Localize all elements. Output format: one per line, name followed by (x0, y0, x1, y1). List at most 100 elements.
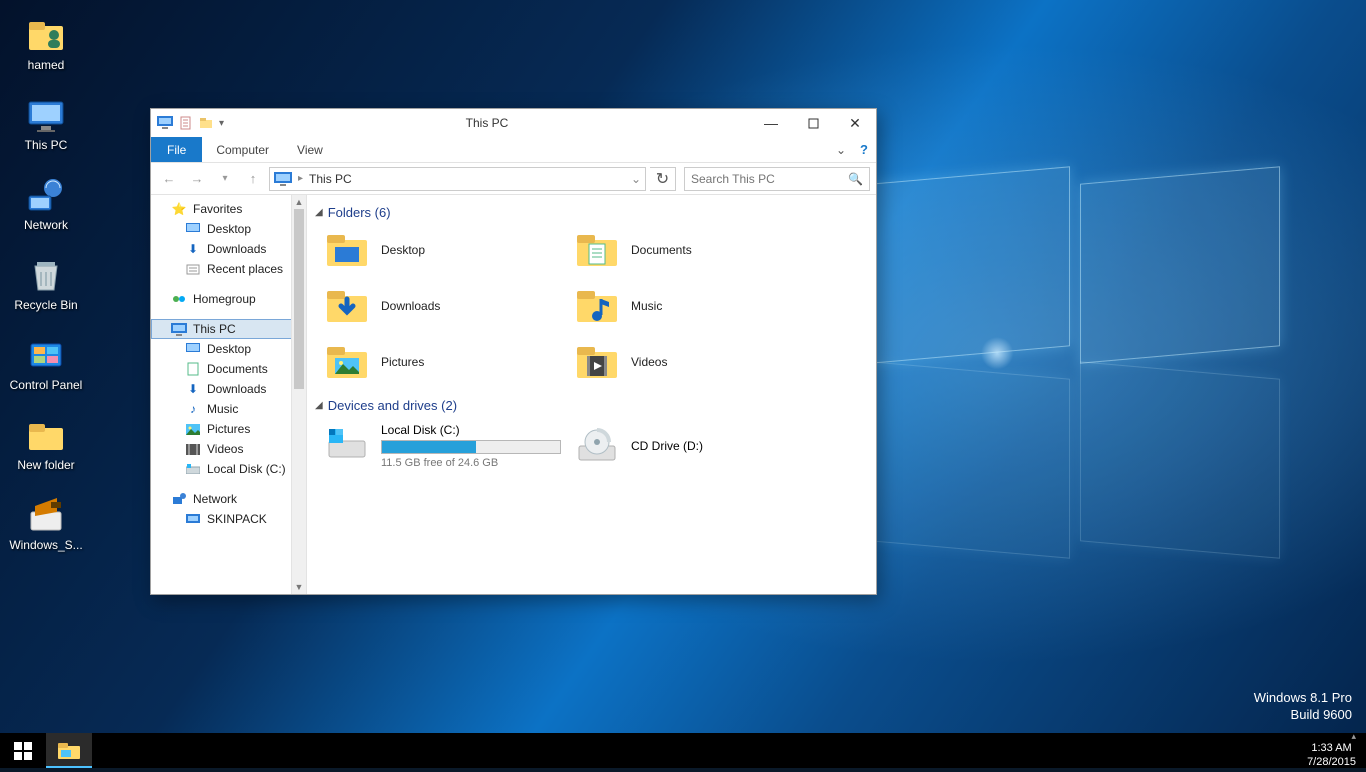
taskbar-explorer-button[interactable] (46, 733, 92, 768)
navigation-pane: ⭐ Favorites Desktop ⬇Downloads Recent pl… (151, 195, 307, 594)
system-menu-icon[interactable] (157, 116, 173, 130)
nav-pc-videos[interactable]: Videos (151, 439, 306, 459)
nav-pc-pictures[interactable]: Pictures (151, 419, 306, 439)
nav-network[interactable]: Network (151, 489, 306, 509)
start-button[interactable] (0, 733, 46, 768)
nav-pc-documents[interactable]: Documents (151, 359, 306, 379)
desktop-icon-recycle-bin[interactable]: Recycle Bin (8, 250, 84, 330)
close-button[interactable]: ✕ (834, 110, 876, 136)
installer-icon (25, 494, 67, 536)
folder-videos[interactable]: Videos (571, 340, 821, 384)
clock-time: 1:33 AM (1307, 742, 1356, 756)
desktop-icon-label: hamed (28, 58, 65, 72)
nav-favorites[interactable]: ⭐ Favorites (151, 199, 306, 219)
nav-fav-desktop[interactable]: Desktop (151, 219, 306, 239)
titlebar[interactable]: ▾ This PC — ✕ (151, 109, 876, 137)
download-arrow-icon: ⬇ (185, 241, 201, 257)
desktop-icon-user[interactable]: hamed (8, 10, 84, 90)
nav-homegroup[interactable]: Homegroup (151, 289, 306, 309)
activation-watermark: Windows 8.1 Pro Build 9600 (1254, 690, 1352, 724)
address-bar[interactable]: ▸ This PC ⌄ (269, 167, 646, 191)
monitor-mini-icon (171, 321, 187, 337)
search-icon[interactable]: 🔍 (848, 172, 863, 186)
drive-mini-icon (185, 461, 201, 477)
download-arrow-icon: ⬇ (185, 381, 201, 397)
drive-name: Local Disk (C:) (381, 423, 561, 437)
up-button[interactable]: ↑ (241, 167, 265, 191)
scroll-up-icon[interactable]: ▲ (292, 195, 306, 209)
maximize-button[interactable] (792, 110, 834, 136)
folder-pictures-icon (325, 342, 369, 382)
back-button[interactable]: ← (157, 167, 181, 191)
tray-show-hidden-icon[interactable]: ▴ (1307, 731, 1356, 742)
recent-locations-button[interactable]: ▾ (213, 167, 237, 191)
nav-pc-desktop[interactable]: Desktop (151, 339, 306, 359)
film-mini-icon (185, 441, 201, 457)
nav-fav-downloads[interactable]: ⬇Downloads (151, 239, 306, 259)
desktop-icon-label: This PC (25, 138, 68, 152)
computer-tab[interactable]: Computer (202, 137, 283, 162)
network-icon (25, 174, 67, 216)
refresh-button[interactable]: ↻ (650, 167, 676, 191)
system-clock[interactable]: ▴ 1:33 AM 7/28/2015 (1297, 729, 1366, 772)
scroll-down-icon[interactable]: ▼ (292, 580, 306, 594)
search-input[interactable] (691, 172, 848, 186)
desktop-icon-network[interactable]: Network (8, 170, 84, 250)
collapse-triangle-icon: ◢ (315, 207, 323, 218)
folder-videos-icon (575, 342, 619, 382)
file-tab[interactable]: File (151, 137, 202, 162)
scroll-thumb[interactable] (294, 209, 304, 389)
address-dropdown-icon[interactable]: ⌄ (631, 172, 641, 186)
folder-music[interactable]: Music (571, 284, 821, 328)
nav-pc-downloads[interactable]: ⬇Downloads (151, 379, 306, 399)
desktop-icon-control-panel[interactable]: Control Panel (8, 330, 84, 410)
drive-usage-bar (381, 440, 561, 454)
qat-properties-icon[interactable] (179, 116, 193, 130)
folder-desktop[interactable]: Desktop (321, 228, 571, 272)
drive-local-c[interactable]: Local Disk (C:) 11.5 GB free of 24.6 GB (321, 421, 571, 471)
monitor-icon (25, 94, 67, 136)
desktop-icon-new-folder[interactable]: New folder (8, 410, 84, 490)
desktop-mini-icon (185, 221, 201, 237)
folder-documents-icon (575, 230, 619, 270)
this-pc-mini-icon (274, 172, 292, 186)
desktop-icon-label: Windows_S... (9, 538, 82, 552)
ribbon-expand-icon[interactable]: ⌄ (830, 137, 852, 162)
nav-net-skinpack[interactable]: SKINPACK (151, 509, 306, 529)
windows-logo-decoration (870, 175, 1290, 555)
help-button[interactable]: ? (852, 137, 876, 162)
qat-new-folder-icon[interactable] (199, 116, 213, 130)
section-drives-header[interactable]: ◢ Devices and drives (2) (315, 398, 868, 413)
folder-documents[interactable]: Documents (571, 228, 821, 272)
drive-name: CD Drive (D:) (631, 439, 703, 453)
folder-downloads[interactable]: Downloads (321, 284, 571, 328)
desktop-icon-windows-s[interactable]: Windows_S... (8, 490, 84, 570)
minimize-button[interactable]: — (750, 110, 792, 136)
forward-button[interactable]: → (185, 167, 209, 191)
recent-icon (185, 261, 201, 277)
desktop-icon-this-pc[interactable]: This PC (8, 90, 84, 170)
watermark-line2: Build 9600 (1254, 707, 1352, 724)
collapse-triangle-icon: ◢ (315, 400, 323, 411)
breadcrumb-location[interactable]: This PC (309, 172, 352, 186)
folder-music-icon (575, 286, 619, 326)
nav-this-pc[interactable]: This PC (151, 319, 306, 339)
nav-pc-music[interactable]: ♪Music (151, 399, 306, 419)
computer-mini-icon (185, 511, 201, 527)
search-box[interactable]: 🔍 (684, 167, 870, 191)
drive-cd-d[interactable]: CD Drive (D:) (571, 421, 821, 471)
nav-pc-localdisk[interactable]: Local Disk (C:) (151, 459, 306, 479)
watermark-line1: Windows 8.1 Pro (1254, 690, 1352, 707)
folder-user-icon (25, 14, 67, 56)
desktop-icon-label: Network (24, 218, 68, 232)
music-note-icon: ♪ (185, 401, 201, 417)
view-tab[interactable]: View (283, 137, 337, 162)
quick-access-toolbar: ▾ (151, 116, 224, 130)
nav-fav-recent[interactable]: Recent places (151, 259, 306, 279)
section-folders-header[interactable]: ◢ Folders (6) (315, 205, 868, 220)
content-pane: ◢ Folders (6) Desktop Documents Download… (307, 195, 876, 594)
hard-drive-icon (325, 423, 369, 463)
folder-pictures[interactable]: Pictures (321, 340, 571, 384)
desktop-icons: hamed This PC Network Recycle Bin Contro… (8, 10, 88, 570)
nav-scrollbar[interactable]: ▲ ▼ (291, 195, 306, 594)
